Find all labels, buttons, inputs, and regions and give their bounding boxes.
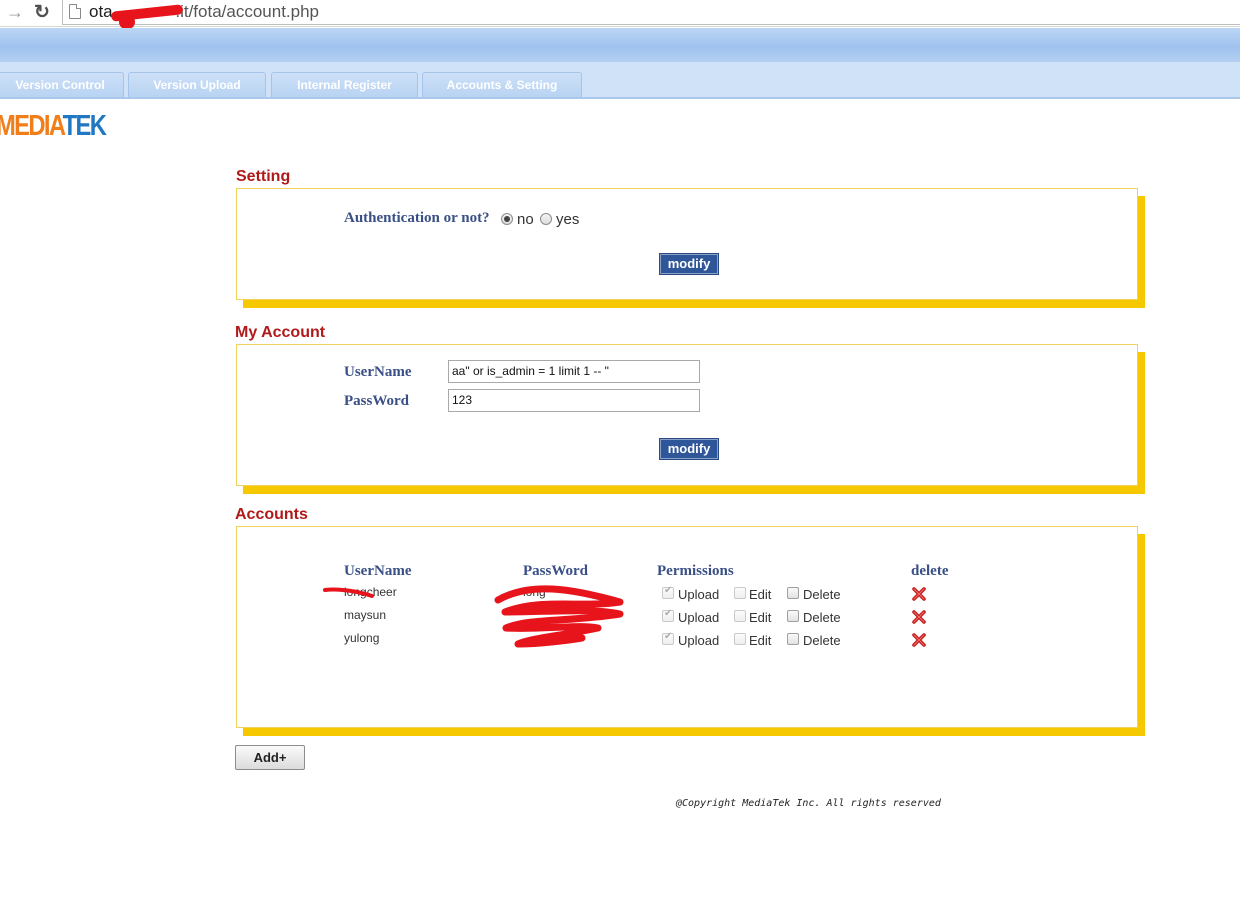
reload-icon[interactable]: ↻ <box>34 1 50 24</box>
browser-toolbar: → ↻ ota. .it/fota/account.php <box>0 0 1240 29</box>
auth-yes-label: yes <box>556 211 580 228</box>
username-input[interactable]: aa" or is_admin = 1 limit 1 -- " <box>448 360 700 383</box>
accounts-panel: UserName PassWord Permissions delete lon… <box>236 526 1138 728</box>
edit-label: Edit <box>749 633 772 648</box>
upload-checkbox[interactable] <box>662 631 674 645</box>
setting-panel: Authentication or not? no yes modify <box>236 188 1138 300</box>
copyright-text: @Copyright MediaTek Inc. All rights rese… <box>676 798 941 809</box>
url-text: ota. .it/fota/account.php <box>89 2 320 29</box>
row-password: long <box>523 585 546 599</box>
tab-version-upload[interactable]: Version Upload <box>128 72 266 97</box>
delete-x-icon[interactable] <box>911 609 927 625</box>
password-label: PassWord <box>344 393 410 409</box>
row-username: maysun <box>344 608 387 622</box>
delete-checkbox[interactable] <box>787 587 799 599</box>
edit-label: Edit <box>749 587 772 602</box>
tab-version-control[interactable]: Version Control <box>0 72 124 97</box>
delete-x-icon[interactable] <box>911 632 927 648</box>
col-username: UserName <box>344 563 412 579</box>
delete-perm-label: Delete <box>803 633 841 648</box>
auth-yes-radio[interactable] <box>540 213 552 225</box>
setting-title: Setting <box>236 168 291 185</box>
col-permissions: Permissions <box>657 563 734 579</box>
col-delete: delete <box>911 563 949 579</box>
my-account-panel: UserName aa" or is_admin = 1 limit 1 -- … <box>236 344 1138 486</box>
delete-perm-label: Delete <box>803 587 841 602</box>
nav-tabbar: Version Control Version Upload Internal … <box>0 62 1240 99</box>
delete-checkbox[interactable] <box>787 610 799 622</box>
mediatek-logo: MEDIATEK <box>0 110 107 142</box>
password-input[interactable]: 123 <box>448 389 700 412</box>
page-icon <box>69 4 81 19</box>
upload-checkbox[interactable] <box>662 585 674 599</box>
delete-x-icon[interactable] <box>911 586 927 602</box>
upload-label: Upload <box>678 587 720 602</box>
col-password: PassWord <box>523 563 589 579</box>
header-band <box>0 28 1240 63</box>
forward-arrow-icon[interactable]: → <box>6 2 24 23</box>
tab-internal-register[interactable]: Internal Register <box>271 72 418 97</box>
setting-modify-button[interactable]: modify <box>659 253 719 275</box>
redacted-scribble <box>117 5 175 29</box>
edit-checkbox[interactable] <box>734 633 746 645</box>
edit-checkbox[interactable] <box>734 610 746 622</box>
edit-label: Edit <box>749 610 772 625</box>
my-account-title: My Account <box>235 324 326 341</box>
upload-label: Upload <box>678 633 720 648</box>
auth-label: Authentication or not? <box>344 210 490 226</box>
accounts-title: Accounts <box>235 506 308 523</box>
edit-checkbox[interactable] <box>734 587 746 599</box>
row-username: longcheer <box>344 585 397 599</box>
auth-no-label: no <box>517 211 534 228</box>
upload-label: Upload <box>678 610 720 625</box>
upload-checkbox[interactable] <box>662 608 674 622</box>
delete-checkbox[interactable] <box>787 633 799 645</box>
auth-no-radio[interactable] <box>501 213 513 225</box>
tab-accounts-setting[interactable]: Accounts & Setting <box>422 72 582 97</box>
row-username: yulong <box>344 631 380 645</box>
account-modify-button[interactable]: modify <box>659 438 719 460</box>
username-label: UserName <box>344 364 412 380</box>
add-account-button[interactable]: Add+ <box>235 745 305 770</box>
address-bar[interactable]: ota. .it/fota/account.php <box>62 0 1240 29</box>
delete-perm-label: Delete <box>803 610 841 625</box>
